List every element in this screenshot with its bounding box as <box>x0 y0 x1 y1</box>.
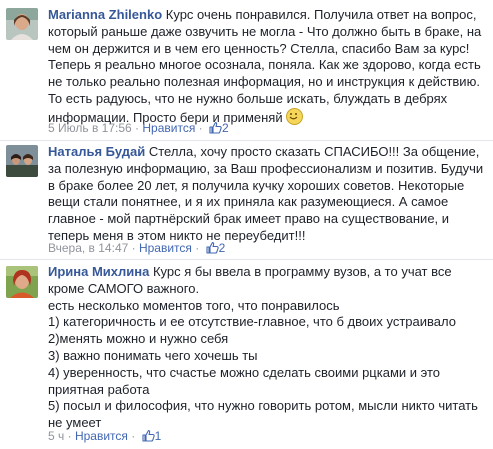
comment-body: Курс очень понравился. Получила ответ на… <box>48 7 482 125</box>
like-button[interactable]: Нравится <box>142 121 195 135</box>
comment-text: Marianna Zhilenko Курс очень понравился.… <box>48 7 488 127</box>
comment-1: Marianna Zhilenko Курс очень понравился.… <box>0 0 493 138</box>
thumbs-up-icon <box>206 241 219 257</box>
thumbs-up-icon <box>142 429 155 445</box>
comment-author[interactable]: Marianna Zhilenko <box>48 7 162 22</box>
comment-time[interactable]: Вчера, в 14:47 <box>48 241 128 255</box>
comment-text: Наталья Будай Стелла, хочу просто сказат… <box>48 144 488 245</box>
avatar[interactable] <box>6 8 38 40</box>
thumbs-up-icon <box>209 121 222 137</box>
comment-time[interactable]: 5 Июль в 17:56 <box>48 121 132 135</box>
comment-meta: Вчера, в 14:47 · Нравится · 2 <box>48 241 226 257</box>
comment-body: Курс я бы ввела в программу вузов, а то … <box>48 264 478 431</box>
comment-author[interactable]: Ирина Михлина <box>48 264 149 279</box>
like-count-value: 1 <box>154 429 162 443</box>
avatar[interactable] <box>6 266 38 298</box>
like-count[interactable]: 2 <box>206 121 229 135</box>
like-button[interactable]: Нравится <box>139 241 192 255</box>
like-button[interactable]: Нравится <box>75 429 128 443</box>
comment-author[interactable]: Наталья Будай <box>48 144 145 159</box>
smiley-emoji <box>285 107 303 125</box>
comment-meta: 5 Июль в 17:56 · Нравится · 2 <box>48 121 229 135</box>
like-count-value: 2 <box>222 121 229 135</box>
comment-3: Ирина Михлина Курс я бы ввела в программ… <box>0 260 493 449</box>
like-count[interactable]: 2 <box>203 241 226 257</box>
comment-2: Наталья Будай Стелла, хочу просто сказат… <box>0 141 493 258</box>
comment-meta: 5 ч · Нравится · 1 <box>48 429 162 445</box>
like-count-value: 2 <box>218 241 226 255</box>
like-count[interactable]: 1 <box>139 429 162 445</box>
avatar[interactable] <box>6 145 38 177</box>
comment-time[interactable]: 5 ч <box>48 429 64 443</box>
comment-text: Ирина Михлина Курс я бы ввела в программ… <box>48 264 488 432</box>
